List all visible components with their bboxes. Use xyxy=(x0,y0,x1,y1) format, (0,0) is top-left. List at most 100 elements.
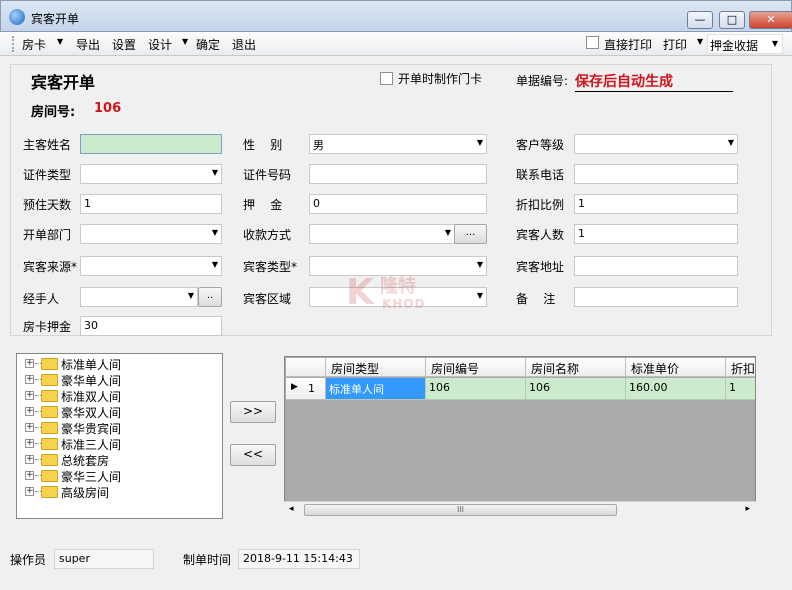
tree-node-label: 豪华双人间 xyxy=(61,406,122,420)
grid-cell[interactable]: 106 xyxy=(526,378,626,400)
expand-icon[interactable]: + xyxy=(25,471,34,480)
design-dropdown-icon[interactable]: ▼ xyxy=(182,37,188,46)
chevron-down-icon: ▼ xyxy=(727,138,734,147)
tree-node-label: 标准双人间 xyxy=(61,390,122,404)
grid-column-header[interactable]: 房间名称 xyxy=(526,358,626,377)
grid-cell[interactable]: 160.00 xyxy=(626,378,726,400)
watermark-logo: K 隆特 KHOD xyxy=(346,272,442,316)
room-number-value: 106 xyxy=(94,101,122,116)
discount-input[interactable]: 1 xyxy=(574,194,738,214)
folder-icon xyxy=(41,422,58,434)
gender-label: 性 别 xyxy=(243,138,283,152)
expand-icon[interactable]: + xyxy=(25,423,34,432)
tree-node-label: 豪华单人间 xyxy=(61,374,122,388)
phone-input[interactable] xyxy=(574,164,738,184)
guest-name-input[interactable] xyxy=(80,134,222,154)
discount-label: 折扣比例 xyxy=(516,198,565,212)
expand-icon[interactable]: + xyxy=(25,359,34,368)
gender-select[interactable]: 男 ▼ xyxy=(309,134,487,154)
expand-icon[interactable]: + xyxy=(25,455,34,464)
toolbar: 房卡 ▼ 导出 设置 设计 ▼ 确定 退出 直接打印 打印 ▼ 押金收据 ▼ xyxy=(0,32,792,56)
guest-source-label: 宾客来源* xyxy=(23,260,78,274)
doc-number-value: 保存后自动生成 xyxy=(575,70,733,92)
id-type-label: 证件类型 xyxy=(23,168,72,182)
folder-icon xyxy=(41,358,58,370)
chevron-down-icon: ▼ xyxy=(771,39,778,48)
expand-icon[interactable]: + xyxy=(25,375,34,384)
design-menu[interactable]: 设计 xyxy=(148,36,172,53)
guest-count-label: 宾客人数 xyxy=(516,228,565,242)
maximize-button[interactable]: □ xyxy=(719,11,745,29)
folder-icon xyxy=(41,438,58,450)
make-card-checkbox[interactable] xyxy=(380,72,393,85)
tree-node-label: 标准单人间 xyxy=(61,358,122,372)
room-card-dropdown-icon[interactable]: ▼ xyxy=(57,37,63,46)
scroll-thumb[interactable]: III xyxy=(304,504,617,516)
chevron-down-icon: ▼ xyxy=(476,260,483,269)
stay-days-input[interactable]: 1 xyxy=(80,194,222,214)
tree-node-label: 总统套房 xyxy=(61,454,110,468)
guest-address-input[interactable] xyxy=(574,256,738,276)
tree-node-label: 豪华贵宾间 xyxy=(61,422,122,436)
export-button[interactable]: 导出 xyxy=(76,36,100,53)
remarks-label: 备 注 xyxy=(516,292,556,306)
room-type-tree[interactable]: + 标准单人间 + 豪华单人间 + 标准双人间 + 豪华双人间 + 豪华贵宾间 + 标准三人… xyxy=(16,353,223,519)
exit-button[interactable]: 退出 xyxy=(232,36,256,53)
id-type-select[interactable]: ▼ xyxy=(80,164,222,184)
handler-select[interactable]: ▼ xyxy=(80,287,198,307)
confirm-button[interactable]: 确定 xyxy=(196,36,220,53)
deposit-input[interactable]: 0 xyxy=(309,194,487,214)
guest-source-select[interactable]: ▼ xyxy=(80,256,222,276)
print-template-select[interactable]: 押金收据 ▼ xyxy=(707,34,783,54)
department-select[interactable]: ▼ xyxy=(80,224,222,244)
room-card-menu[interactable]: 房卡 xyxy=(22,36,46,53)
add-room-button[interactable]: >> xyxy=(230,401,276,423)
customer-level-select[interactable]: ▼ xyxy=(574,134,738,154)
guest-count-input[interactable]: 1 xyxy=(574,224,738,244)
grid-column-header[interactable]: 房间类型 xyxy=(326,358,426,377)
scroll-left-icon[interactable]: ◂ xyxy=(289,504,294,514)
close-button[interactable]: ✕ xyxy=(749,11,792,29)
row-number: 1 xyxy=(308,382,315,395)
settings-button[interactable]: 设置 xyxy=(112,36,136,53)
created-time-label: 制单时间 xyxy=(183,553,232,567)
toolbar-grip[interactable] xyxy=(12,36,15,52)
card-deposit-input[interactable]: 30 xyxy=(80,316,222,336)
direct-print-checkbox[interactable] xyxy=(586,36,599,49)
operator-label: 操作员 xyxy=(10,553,47,567)
chevron-down-icon: ▼ xyxy=(476,291,483,300)
remarks-input[interactable] xyxy=(574,287,738,307)
department-label: 开单部门 xyxy=(23,228,72,242)
card-deposit-label: 房卡押金 xyxy=(23,320,72,334)
expand-icon[interactable]: + xyxy=(25,391,34,400)
grid-row-header[interactable]: ▶ 1 xyxy=(286,378,326,400)
grid-column-header[interactable]: 房间编号 xyxy=(426,358,526,377)
guest-address-label: 宾客地址 xyxy=(516,260,565,274)
grid-cell[interactable]: 标准单人间 xyxy=(326,378,426,400)
id-number-input[interactable] xyxy=(309,164,487,184)
remove-room-button[interactable]: << xyxy=(230,444,276,466)
payment-method-select[interactable]: ▼ xyxy=(309,224,455,244)
guest-type-label: 宾客类型* xyxy=(243,260,298,274)
print-menu[interactable]: 打印 xyxy=(663,36,687,53)
chevron-down-icon: ▼ xyxy=(476,138,483,147)
grid-cell[interactable]: 106 xyxy=(426,378,526,400)
created-time-value: 2018-9-11 15:14:43 xyxy=(238,549,360,569)
grid-horizontal-scrollbar[interactable]: ◂ III ▸ xyxy=(284,501,756,518)
handler-browse-button[interactable]: .. xyxy=(198,287,222,307)
grid-cell[interactable]: 1 xyxy=(726,378,755,400)
app-icon xyxy=(9,9,25,25)
tree-node-label: 豪华三人间 xyxy=(61,470,122,484)
expand-icon[interactable]: + xyxy=(25,407,34,416)
grid-column-header[interactable]: 折扣 xyxy=(726,358,755,377)
payment-method-browse-button[interactable]: ... xyxy=(454,224,487,244)
grid-column-header[interactable]: 标准单价 xyxy=(626,358,726,377)
expand-icon[interactable]: + xyxy=(25,439,34,448)
minimize-button[interactable]: — xyxy=(687,11,713,29)
selected-rooms-grid[interactable]: 房间类型 房间编号 房间名称 标准单价 折扣 ▶ 1 标准单人间 106 106… xyxy=(284,356,756,518)
tree-node-label: 标准三人间 xyxy=(61,438,122,452)
handler-label: 经手人 xyxy=(23,292,60,306)
expand-icon[interactable]: + xyxy=(25,487,34,496)
scroll-right-icon[interactable]: ▸ xyxy=(745,504,750,514)
print-dropdown-icon[interactable]: ▼ xyxy=(697,37,703,46)
